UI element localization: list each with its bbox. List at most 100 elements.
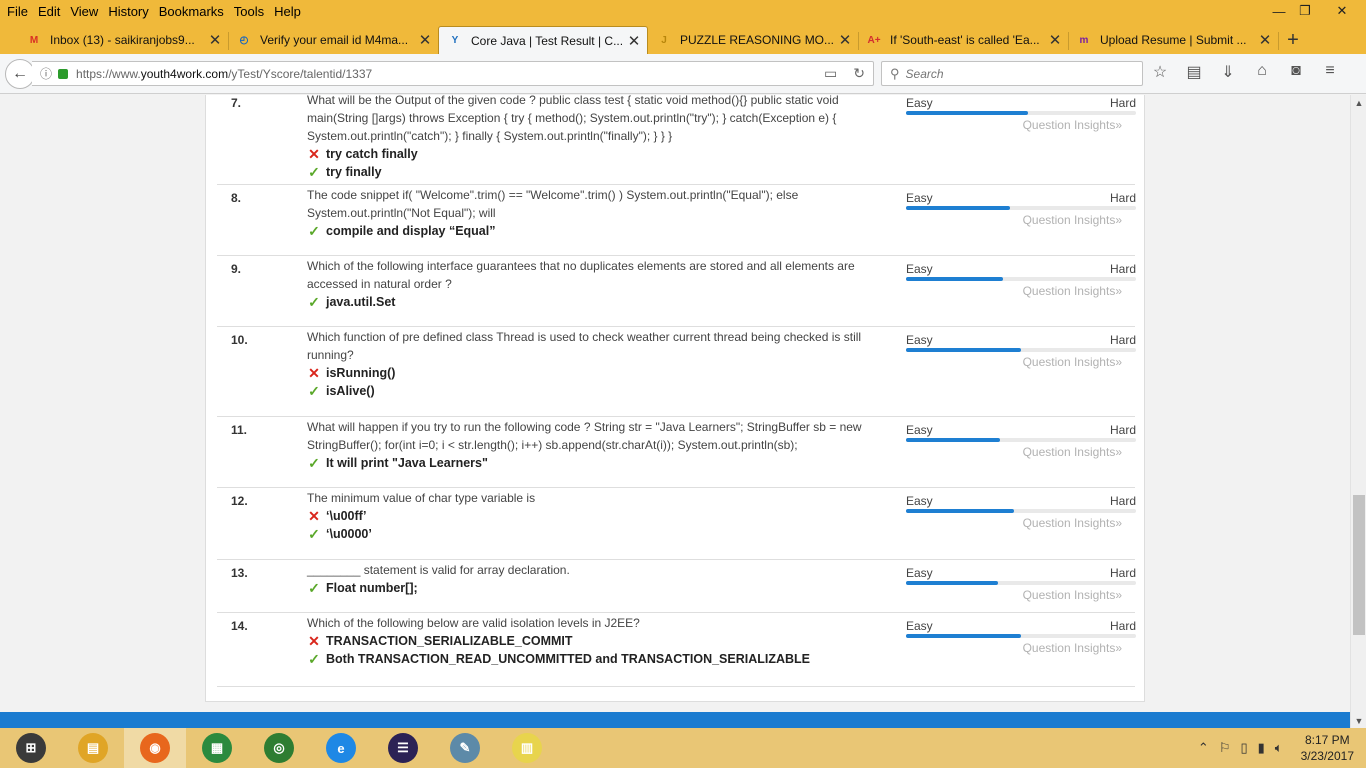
bookmarks-list-icon[interactable]: ▤ [1184,62,1204,82]
clock-time: 8:17 PM [1304,733,1350,747]
menu-help[interactable]: Help [269,2,306,22]
question-insights-link[interactable]: Question Insights» [1023,516,1122,530]
network-icon[interactable]: ▮ [1258,740,1265,756]
clock[interactable]: 8:17 PM 3/23/2017 [1301,732,1354,764]
notepad-icon: ✎ [450,733,480,763]
taskbar-eclipse[interactable]: ☰ [372,728,434,768]
navigation-bar: ⓘ https://www.youth4work.com/yTest/Yscor… [0,54,1366,94]
question-insights-link[interactable]: Question Insights» [1023,355,1122,369]
url-bar[interactable]: ⓘ https://www.youth4work.com/yTest/Yscor… [32,61,874,86]
difficulty-meter: Easy Hard Question Insights» [906,423,1136,463]
bookmark-star-icon[interactable]: ☆ [1150,62,1170,82]
menu-tools[interactable]: Tools [229,2,269,22]
question-text: What will be the Output of the given cod… [307,95,839,143]
browser-tab[interactable]: M Inbox (13) - saikiranjobs9... ✕ [18,26,229,54]
taskbar-firefox[interactable]: ◉ [124,728,186,768]
tab-close-icon[interactable]: ✕ [838,31,852,49]
checkmark-icon: ✓ [308,223,320,239]
difficulty-hard-label: Hard [1109,333,1136,347]
taskbar-chrome[interactable]: ◎ [248,728,310,768]
taskbar-database[interactable]: ▥ [496,728,558,768]
scrollbar[interactable]: ▲ ▼ [1350,95,1366,729]
restore-button[interactable]: ❐ [1292,0,1318,22]
tab-close-icon[interactable]: ✕ [627,32,641,50]
tab-close-icon[interactable]: ✕ [208,31,222,49]
difficulty-hard-label: Hard [1109,619,1136,633]
windows-start-icon: ⊞ [16,733,46,763]
difficulty-meter: Easy Hard Question Insights» [906,566,1136,606]
browser-tab[interactable]: J PUZZLE REASONING MO... ✕ [648,26,859,54]
scroll-up-icon[interactable]: ▲ [1351,95,1366,111]
browser-tab[interactable]: m Upload Resume | Submit ... ✕ [1068,26,1279,54]
menu-bookmarks[interactable]: Bookmarks [154,2,229,22]
question-insights-link[interactable]: Question Insights» [1023,284,1122,298]
difficulty-track [906,438,1136,442]
menu-bar: File Edit View History Bookmarks Tools Help [0,2,306,22]
question-block: What will happen if you try to run the f… [307,418,892,472]
question-insights-link[interactable]: Question Insights» [1023,641,1122,655]
taskbar-internet-explorer[interactable]: e [310,728,372,768]
info-icon[interactable]: ⓘ [40,65,52,82]
difficulty-track [906,206,1136,210]
difficulty-fill [906,634,1021,638]
minimize-button[interactable]: — [1266,0,1292,22]
difficulty-hard-label: Hard [1109,191,1136,205]
reader-view-icon[interactable]: ▭ [824,65,837,82]
browser-tab[interactable]: A+ If 'South-east' is called 'Ea... ✕ [858,26,1069,54]
question-insights-link[interactable]: Question Insights» [1023,588,1122,602]
search-input[interactable] [905,66,1126,81]
question-row: 7. What will be the Output of the given c… [217,95,1136,185]
difficulty-meter: Easy Hard Question Insights» [906,494,1136,534]
browser-tab[interactable]: Y Core Java | Test Result | C... ✕ [438,26,648,54]
difficulty-track [906,277,1136,281]
answer-text: isAlive() [326,384,375,398]
hamburger-menu-icon[interactable]: ≡ [1320,62,1340,82]
question-insights-link[interactable]: Question Insights» [1023,213,1122,227]
close-button[interactable]: ✕ [1318,0,1366,22]
menu-view[interactable]: View [65,2,103,22]
tab-close-icon[interactable]: ✕ [1258,31,1272,49]
question-row: 8. The code snippet if( "Welcome".trim() … [217,185,1136,256]
correct-answer: ✓ isAlive() [307,382,892,400]
downloads-icon[interactable]: ⇓ [1218,62,1238,82]
question-text: Which function of pre defined class Thre… [307,330,862,362]
volume-icon[interactable]: 🔈︎ [1275,740,1283,756]
scroll-thumb[interactable] [1353,495,1365,635]
firefox-icon: ◉ [140,733,170,763]
back-button[interactable]: ← [5,58,35,89]
checkmark-icon: ✓ [308,651,320,667]
difficulty-fill [906,206,1010,210]
difficulty-easy-label: Easy [906,423,933,437]
tab-close-icon[interactable]: ✕ [418,31,432,49]
home-icon[interactable]: ⌂ [1252,62,1272,82]
taskbar-store[interactable]: ▦ [186,728,248,768]
question-insights-link[interactable]: Question Insights» [1023,118,1122,132]
flag-icon[interactable]: ⚐ [1219,740,1231,756]
scroll-down-icon[interactable]: ▼ [1351,713,1366,729]
cross-icon: ✕ [308,508,320,524]
taskbar-notepad[interactable]: ✎ [434,728,496,768]
search-bar[interactable]: ⚲ [881,61,1143,86]
question-text: ________ statement is valid for array de… [307,563,570,577]
taskbar-windows-start[interactable]: ⊞ [0,728,62,768]
question-row: 11. What will happen if you try to run th… [217,417,1136,488]
question-insights-link[interactable]: Question Insights» [1023,445,1122,459]
reload-icon[interactable]: ↻ [853,65,865,82]
pocket-icon[interactable]: ◙ [1286,62,1306,82]
difficulty-hard-label: Hard [1109,96,1136,110]
difficulty-track [906,581,1136,585]
menu-file[interactable]: File [2,2,33,22]
system-tray: ⌃ ⚐ ▯ ▮ 🔈︎ 8:17 PM 3/23/2017 [1198,728,1354,768]
taskbar-file-explorer[interactable]: ▤ [62,728,124,768]
new-tab-button[interactable]: + [1278,26,1308,54]
show-hidden-icons-icon[interactable]: ⌃ [1198,740,1209,756]
tab-close-icon[interactable]: ✕ [1048,31,1062,49]
question-row: 14. Which of the following below are vali… [217,613,1136,687]
menu-edit[interactable]: Edit [33,2,65,22]
checkmark-icon: ✓ [308,526,320,542]
question-number: 10. [231,333,248,347]
browser-tab[interactable]: ◴ Verify your email id M4ma... ✕ [228,26,438,54]
battery-icon[interactable]: ▯ [1240,740,1247,756]
question-number: 12. [231,494,248,508]
menu-history[interactable]: History [103,2,153,22]
